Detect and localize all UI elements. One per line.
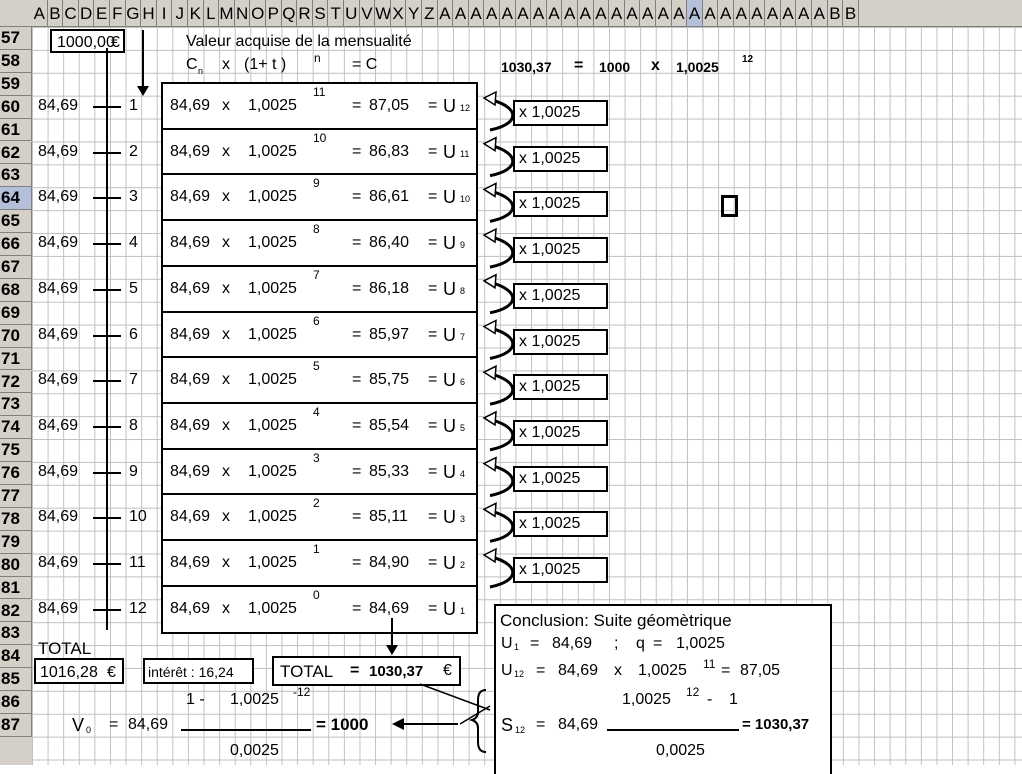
brace-icon <box>468 689 487 753</box>
s12-label: S <box>501 715 514 735</box>
q-label: q <box>636 635 645 652</box>
u1-val: 84,69 <box>552 635 593 652</box>
u12-eq2: = <box>721 662 731 679</box>
s12-num-exp: 12 <box>686 685 700 699</box>
u12-label: U <box>501 662 513 679</box>
u1-label: U <box>501 635 513 652</box>
fraction-bar <box>607 729 739 731</box>
s12-den: 0,0025 <box>656 742 705 759</box>
separator: ; <box>614 635 619 652</box>
diag-arrow-up <box>419 683 491 711</box>
s12-sub: 12 <box>515 725 526 735</box>
s12-num-one: 1 <box>729 691 738 708</box>
conclusion-title: Conclusion: Suite géomètrique <box>500 611 732 630</box>
u12-res: 87,05 <box>740 662 781 679</box>
u1-eq: = <box>530 635 540 652</box>
u12-exp: 11 <box>703 657 716 671</box>
s12-num-minus: - <box>707 691 713 708</box>
q-val: 1,0025 <box>676 635 725 652</box>
s12-res: = 1030,37 <box>742 716 810 733</box>
u12-sub: 12 <box>514 669 525 679</box>
u12-x: x <box>614 662 622 679</box>
s12-eq: = <box>536 716 546 733</box>
s12-val: 84,69 <box>558 716 599 733</box>
s12-num-rate: 1,0025 <box>622 691 671 708</box>
q-eq: = <box>653 635 663 652</box>
spreadsheet: ABCDEFGHIJKLMNOPQRSTUVWXYZAAAAAAAAAAAAAA… <box>0 0 1022 774</box>
u1-sub: 1 <box>514 642 520 652</box>
u12-val: 84,69 <box>558 662 599 679</box>
u12-eq: = <box>536 662 546 679</box>
u12-rate: 1,0025 <box>638 662 687 679</box>
